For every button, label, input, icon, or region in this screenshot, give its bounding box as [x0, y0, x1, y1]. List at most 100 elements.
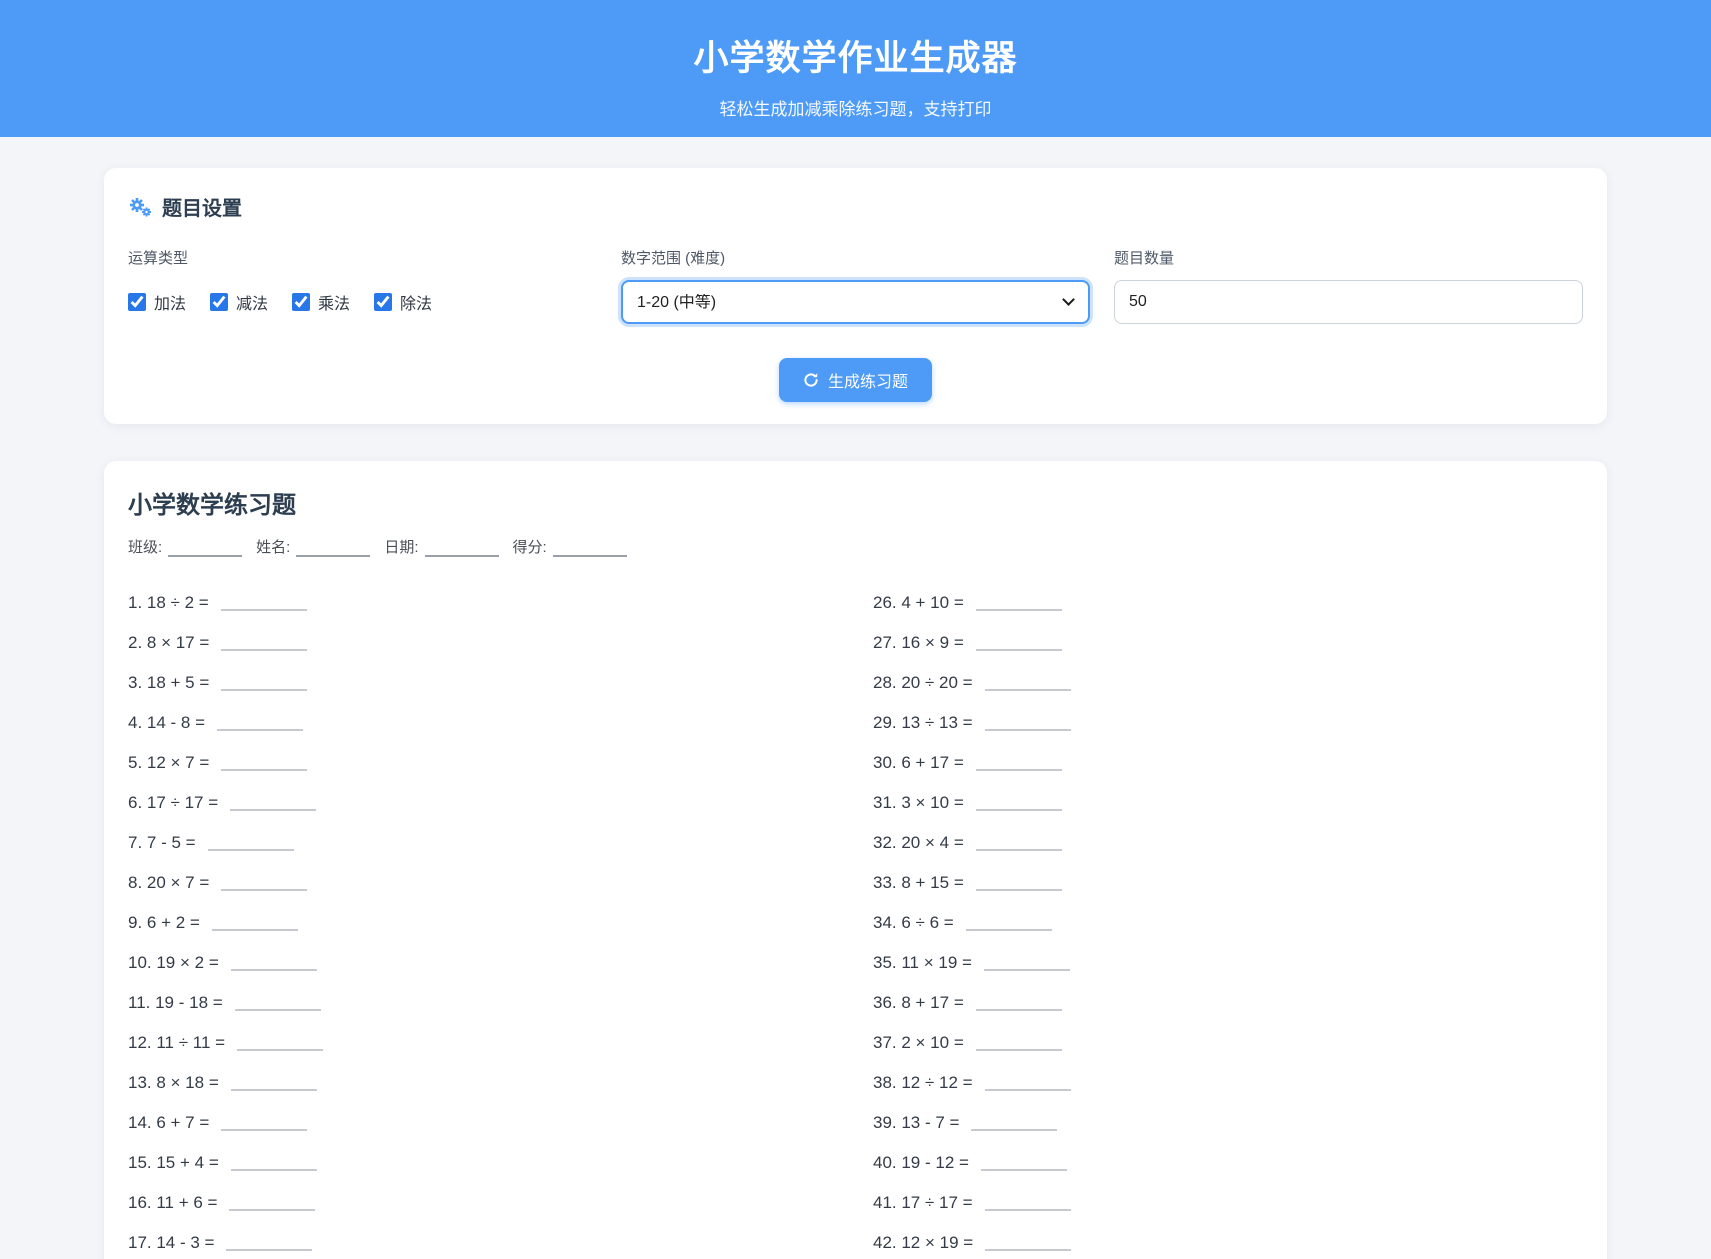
- problem-text: 31. 3 × 10 =: [873, 793, 964, 813]
- problem-text: 17. 14 - 3 =: [128, 1233, 214, 1253]
- answer-blank: [237, 1035, 323, 1051]
- operation-checkbox-input[interactable]: [292, 293, 310, 311]
- problem-row: 26. 4 + 10 =: [873, 583, 1583, 623]
- problem-text: 37. 2 × 10 =: [873, 1033, 964, 1053]
- answer-blank: [966, 915, 1052, 931]
- number-range-select[interactable]: 1-20 (中等): [621, 280, 1090, 324]
- problem-text: 40. 19 - 12 =: [873, 1153, 969, 1173]
- problem-row: 29. 13 ÷ 13 =: [873, 703, 1583, 743]
- number-range-field: 数字范围 (难度) 1-20 (中等): [621, 247, 1090, 324]
- problem-text: 42. 12 × 19 =: [873, 1233, 973, 1253]
- problem-text: 15. 15 + 4 =: [128, 1153, 219, 1173]
- problems-grid: 1. 18 ÷ 2 = 2. 8 × 17 = 3. 18 + 5 =: [128, 583, 1583, 1259]
- problem-text: 39. 13 - 7 =: [873, 1113, 959, 1133]
- answer-blank: [229, 1195, 315, 1211]
- problem-row: 37. 2 × 10 =: [873, 1023, 1583, 1063]
- answer-blank: [231, 1075, 317, 1091]
- problem-text: 36. 8 + 17 =: [873, 993, 964, 1013]
- operation-checkbox-label: 加法: [154, 290, 186, 314]
- date-field: 日期:: [384, 536, 498, 557]
- problem-row: 4. 14 - 8 =: [128, 703, 873, 743]
- operation-checkbox-input[interactable]: [210, 293, 228, 311]
- problems-right-column: 26. 4 + 10 = 27. 16 × 9 = 28. 20 ÷ 20 =: [873, 583, 1583, 1259]
- refresh-icon: [803, 372, 819, 388]
- problem-row: 38. 12 ÷ 12 =: [873, 1063, 1583, 1103]
- operation-checkbox[interactable]: 除法: [374, 290, 432, 314]
- answer-blank: [221, 675, 307, 691]
- problem-text: 10. 19 × 2 =: [128, 953, 219, 973]
- worksheet-meta: 班级: 姓名: 日期: 得分:: [128, 536, 1583, 557]
- problem-row: 12. 11 ÷ 11 =: [128, 1023, 873, 1063]
- problem-text: 27. 16 × 9 =: [873, 633, 964, 653]
- problem-text: 26. 4 + 10 =: [873, 593, 964, 613]
- answer-blank: [985, 1195, 1071, 1211]
- question-count-input[interactable]: [1114, 280, 1583, 324]
- problem-text: 9. 6 + 2 =: [128, 913, 200, 933]
- worksheet-title: 小学数学练习题: [128, 485, 1583, 520]
- operation-checkbox-input[interactable]: [128, 293, 146, 311]
- question-count-label: 题目数量: [1114, 247, 1583, 268]
- answer-blank: [976, 595, 1062, 611]
- problem-row: 3. 18 + 5 =: [128, 663, 873, 703]
- worksheet-card: 小学数学练习题 班级: 姓名: 日期: 得分:: [104, 461, 1607, 1259]
- answer-blank: [221, 635, 307, 651]
- operation-checkbox[interactable]: 加法: [128, 290, 186, 314]
- problem-text: 12. 11 ÷ 11 =: [128, 1033, 225, 1053]
- problem-row: 11. 19 - 18 =: [128, 983, 873, 1023]
- problem-text: 7. 7 - 5 =: [128, 833, 196, 853]
- date-label: 日期:: [384, 536, 418, 557]
- problem-text: 28. 20 ÷ 20 =: [873, 673, 973, 693]
- score-blank: [553, 543, 627, 557]
- answer-blank: [976, 1035, 1062, 1051]
- problem-text: 5. 12 × 7 =: [128, 753, 209, 773]
- operation-checkbox[interactable]: 乘法: [292, 290, 350, 314]
- operation-checkbox-label: 减法: [236, 290, 268, 314]
- problem-row: 1. 18 ÷ 2 =: [128, 583, 873, 623]
- answer-blank: [976, 795, 1062, 811]
- answer-blank: [221, 1115, 307, 1131]
- answer-blank: [221, 755, 307, 771]
- class-label: 班级:: [128, 536, 162, 557]
- operation-checkbox-input[interactable]: [374, 293, 392, 311]
- problem-row: 32. 20 × 4 =: [873, 823, 1583, 863]
- settings-fields: 运算类型 加法 减法: [128, 247, 1583, 324]
- number-range-label: 数字范围 (难度): [621, 247, 1090, 268]
- problem-text: 8. 20 × 7 =: [128, 873, 209, 893]
- operation-checkbox-label: 乘法: [318, 290, 350, 314]
- problem-text: 30. 6 + 17 =: [873, 753, 964, 773]
- score-field: 得分:: [513, 536, 627, 557]
- settings-title-text: 题目设置: [162, 192, 242, 221]
- answer-blank: [231, 955, 317, 971]
- problem-row: 17. 14 - 3 =: [128, 1223, 873, 1259]
- answer-blank: [230, 795, 316, 811]
- settings-section-title: 题目设置: [128, 192, 1583, 221]
- problem-row: 8. 20 × 7 =: [128, 863, 873, 903]
- operation-checkbox[interactable]: 减法: [210, 290, 268, 314]
- problem-row: 42. 12 × 19 =: [873, 1223, 1583, 1259]
- problem-row: 27. 16 × 9 =: [873, 623, 1583, 663]
- answer-blank: [231, 1155, 317, 1171]
- question-count-field: 题目数量: [1114, 247, 1583, 324]
- operation-checkbox-label: 除法: [400, 290, 432, 314]
- number-range-select-wrap: 1-20 (中等): [621, 280, 1090, 324]
- answer-blank: [985, 1235, 1071, 1251]
- button-row: 生成练习题: [128, 358, 1583, 402]
- problem-text: 34. 6 ÷ 6 =: [873, 913, 954, 933]
- problem-text: 35. 11 × 19 =: [873, 953, 972, 973]
- problem-row: 14. 6 + 7 =: [128, 1103, 873, 1143]
- generate-button[interactable]: 生成练习题: [779, 358, 932, 402]
- problem-row: 35. 11 × 19 =: [873, 943, 1583, 983]
- score-label: 得分:: [513, 536, 547, 557]
- page-title: 小学数学作业生成器: [0, 30, 1711, 81]
- operation-type-field: 运算类型 加法 减法: [128, 247, 597, 324]
- answer-blank: [226, 1235, 312, 1251]
- name-field: 姓名:: [256, 536, 370, 557]
- problem-text: 4. 14 - 8 =: [128, 713, 205, 733]
- date-blank: [425, 543, 499, 557]
- problem-text: 14. 6 + 7 =: [128, 1113, 209, 1133]
- problem-text: 1. 18 ÷ 2 =: [128, 593, 209, 613]
- problem-row: 33. 8 + 15 =: [873, 863, 1583, 903]
- answer-blank: [976, 755, 1062, 771]
- problem-row: 31. 3 × 10 =: [873, 783, 1583, 823]
- problem-row: 34. 6 ÷ 6 =: [873, 903, 1583, 943]
